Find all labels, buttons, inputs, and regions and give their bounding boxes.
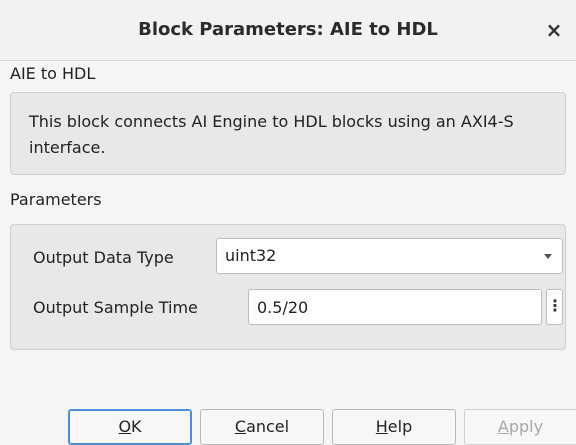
output-sample-time-input[interactable] [248,289,542,325]
apply-label-rest: pply [508,417,544,436]
cancel-button[interactable]: Cancel [200,409,324,445]
output-data-type-label: Output Data Type [33,248,174,267]
output-data-type-value: uint32 [225,246,277,265]
cancel-mnemonic: C [234,417,247,436]
help-label-rest: elp [387,417,413,436]
output-sample-time-label: Output Sample Time [33,298,198,317]
ok-label-rest: K [131,417,142,436]
ok-mnemonic: O [118,417,132,436]
apply-mnemonic: A [497,417,509,436]
help-mnemonic: H [375,417,388,436]
title-bar: Block Parameters: AIE to HDL × [0,0,576,61]
more-options-icon[interactable]: ⋮ [546,289,563,325]
cancel-label-rest: ancel [246,417,290,436]
ok-button[interactable]: OK [68,409,192,445]
output-data-type-select[interactable]: uint32 [216,238,563,274]
block-description: This block connects AI Engine to HDL blo… [29,112,514,157]
description-panel: This block connects AI Engine to HDL blo… [10,92,566,175]
parameters-section-label: Parameters [10,190,102,209]
help-button[interactable]: Help [332,409,456,445]
close-icon[interactable]: × [542,18,566,42]
block-name-label: AIE to HDL [10,64,96,83]
chevron-down-icon [544,254,552,259]
window-title: Block Parameters: AIE to HDL [138,19,438,40]
apply-button[interactable]: Apply [464,409,576,445]
